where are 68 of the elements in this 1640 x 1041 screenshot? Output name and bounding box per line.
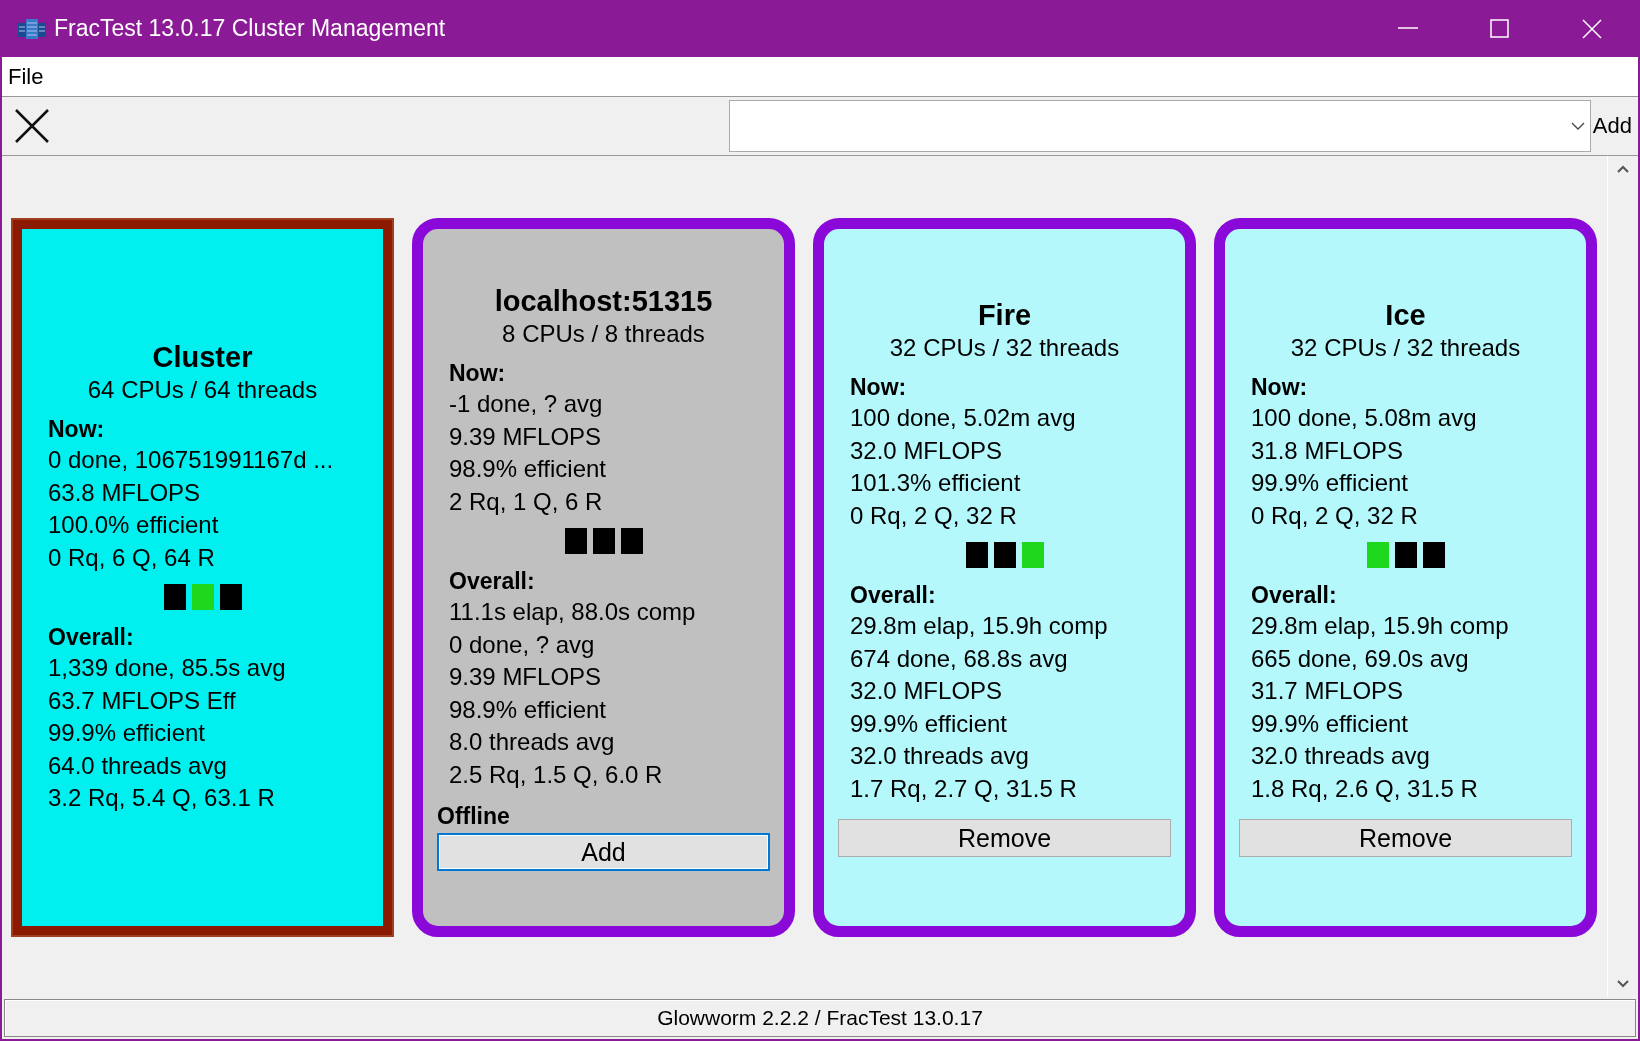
caret-icon bbox=[1569, 121, 1586, 131]
section-label: Now: bbox=[48, 415, 106, 445]
section-label: Overall: bbox=[850, 581, 937, 610]
stat-line: 98.9% efficient bbox=[449, 694, 607, 725]
stat-line: 32.0 threads avg bbox=[850, 741, 1030, 771]
stat-line: 100.0% efficient bbox=[48, 510, 220, 541]
card-button[interactable]: Remove bbox=[1239, 819, 1572, 857]
stat-line: 63.7 MFLOPS Eff bbox=[48, 685, 237, 716]
stat-line: 31.8 MFLOPS bbox=[1251, 435, 1405, 466]
card-button[interactable]: Add bbox=[437, 833, 770, 871]
scroll-up-icon[interactable] bbox=[1616, 164, 1630, 174]
stat-line: 99.9% efficient bbox=[48, 718, 206, 749]
stat-line: 9.39 MFLOPS bbox=[449, 421, 603, 452]
card-title: Ice bbox=[1384, 298, 1427, 332]
stat-line: 64.0 threads avg bbox=[48, 750, 228, 781]
host-combo-field[interactable] bbox=[728, 100, 1591, 152]
stat-line: 11.1s elap, 88.0s comp bbox=[449, 597, 697, 627]
stat-line: 100 done, 5.02m avg bbox=[850, 403, 1077, 433]
stat-line: 8.0 threads avg bbox=[449, 727, 616, 757]
section-label: Now: bbox=[449, 359, 507, 388]
stat-line: 99.9% efficient bbox=[850, 708, 1008, 739]
server-rack-icon bbox=[18, 18, 46, 39]
stat-line: 3.2 Rq, 5.4 Q, 63.1 R bbox=[48, 783, 276, 814]
status-label: Offline bbox=[437, 802, 511, 831]
stat-line: -1 done, ? avg bbox=[449, 389, 604, 419]
stat-line: 1,339 done, 85.5s avg bbox=[48, 653, 287, 684]
status-text: Glowworm 2.2.2 / FracTest 13.0.17 bbox=[657, 1006, 983, 1030]
stat-line: 99.9% efficient bbox=[1251, 468, 1409, 498]
section-label: Overall: bbox=[1251, 581, 1338, 610]
stat-line: 0 Rq, 2 Q, 32 R bbox=[1251, 500, 1419, 531]
section-label: Overall: bbox=[449, 567, 536, 596]
stat-line: 101.3% efficient bbox=[850, 468, 1022, 498]
card-subtitle: 32 CPUs / 32 threads bbox=[1289, 333, 1522, 363]
stat-line: 98.9% efficient bbox=[449, 454, 607, 484]
window-title: FracTest 13.0.17 Cluster Management bbox=[54, 15, 447, 42]
stat-line: 674 done, 68.8s avg bbox=[850, 643, 1069, 674]
stat-line: 0 Rq, 6 Q, 64 R bbox=[48, 542, 216, 573]
stat-line: 63.8 MFLOPS bbox=[48, 477, 202, 508]
stat-line: 0 done, ? avg bbox=[449, 629, 596, 660]
menu-item[interactable]: File bbox=[2, 63, 50, 90]
card-subtitle: 8 CPUs / 8 threads bbox=[501, 319, 706, 349]
stat-line: 29.8m elap, 15.9h comp bbox=[850, 611, 1109, 641]
stat-line: 0 Rq, 2 Q, 32 R bbox=[850, 500, 1018, 531]
stat-line: 32.0 MFLOPS bbox=[850, 435, 1004, 466]
stat-line: 1.8 Rq, 2.6 Q, 31.5 R bbox=[1251, 773, 1479, 804]
stat-line: 100 done, 5.08m avg bbox=[1251, 403, 1478, 433]
section-label: Now: bbox=[850, 373, 908, 402]
card-button[interactable]: Remove bbox=[838, 819, 1171, 857]
card-title: localhost:51315 bbox=[493, 284, 714, 318]
stat-line: 2.5 Rq, 1.5 Q, 6.0 R bbox=[449, 759, 664, 790]
stat-line: 32.0 threads avg bbox=[1251, 741, 1431, 771]
card-subtitle: 32 CPUs / 32 threads bbox=[888, 333, 1121, 363]
section-label: Now: bbox=[1251, 373, 1309, 402]
stat-line: 665 done, 69.0s avg bbox=[1251, 643, 1470, 674]
section-label: Overall: bbox=[48, 623, 135, 653]
stat-line: 29.8m elap, 15.9h comp bbox=[1251, 611, 1510, 641]
card-title: Cluster bbox=[151, 340, 254, 375]
scroll-down-icon[interactable] bbox=[1616, 979, 1630, 989]
add-button[interactable]: Add bbox=[1590, 113, 1638, 139]
stat-line: 1.7 Rq, 2.7 Q, 31.5 R bbox=[850, 773, 1078, 804]
stat-line: 2 Rq, 1 Q, 6 R bbox=[449, 486, 604, 517]
card-subtitle: 64 CPUs / 64 threads bbox=[86, 375, 319, 406]
card-title: Fire bbox=[976, 298, 1033, 332]
stat-line: 9.39 MFLOPS bbox=[449, 662, 603, 692]
stat-line: 32.0 MFLOPS bbox=[850, 676, 1004, 706]
stat-line: 99.9% efficient bbox=[1251, 708, 1409, 739]
stat-line: 31.7 MFLOPS bbox=[1251, 676, 1405, 706]
stat-line: 0 done, 106751991167d ... bbox=[48, 445, 335, 476]
